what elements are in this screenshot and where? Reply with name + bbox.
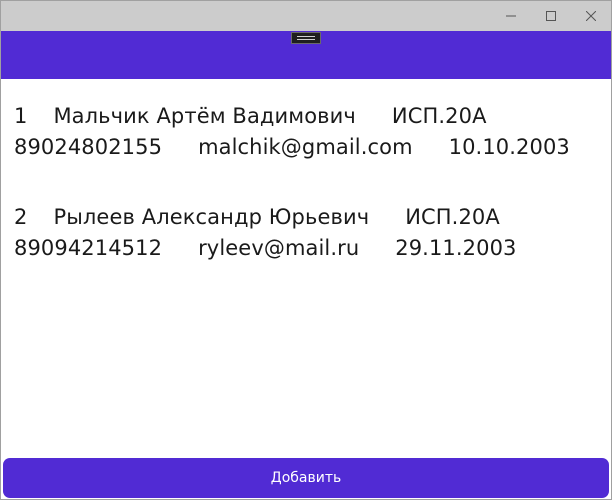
list-item[interactable]: 2 Рылеев Александр Юрьевич ИСП.20А 89094… (14, 201, 604, 263)
add-button[interactable]: Добавить (3, 458, 609, 498)
student-email: malchik@gmail.com (198, 134, 413, 159)
close-icon (586, 11, 596, 21)
student-name: Мальчик Артём Вадимович (53, 103, 356, 128)
minimize-icon (506, 15, 516, 17)
title-bar[interactable] (1, 1, 611, 31)
students-list: 1 Мальчик Артём Вадимович ИСП.20А 890248… (1, 79, 611, 455)
student-name: Рылеев Александр Юрьевич (53, 204, 370, 229)
student-birth-date: 29.11.2003 (395, 235, 517, 260)
student-birth-date: 10.10.2003 (448, 134, 570, 159)
student-group: ИСП.20А (391, 103, 487, 128)
student-primary-line: 1 Мальчик Артём Вадимович ИСП.20А (14, 100, 604, 131)
minimize-button[interactable] (491, 1, 531, 31)
list-item[interactable]: 1 Мальчик Артём Вадимович ИСП.20А 890248… (14, 100, 604, 162)
student-primary-line: 2 Рылеев Александр Юрьевич ИСП.20А (14, 201, 604, 232)
student-secondary-line: 89024802155 malchik@gmail.com 10.10.2003 (14, 131, 604, 162)
student-phone: 89094214512 (14, 235, 163, 260)
student-secondary-line: 89094214512 ryleev@mail.ru 29.11.2003 (14, 232, 604, 263)
student-email: ryleev@mail.ru (198, 235, 360, 260)
student-number: 1 (14, 103, 28, 128)
debug-toolbar-handle[interactable] (291, 32, 321, 44)
window-controls (491, 1, 611, 31)
close-button[interactable] (571, 1, 611, 31)
student-group: ИСП.20А (405, 204, 500, 229)
app-window: 1 Мальчик Артём Вадимович ИСП.20А 890248… (0, 0, 612, 500)
student-number: 2 (14, 204, 28, 229)
maximize-button[interactable] (531, 1, 571, 31)
maximize-icon (546, 11, 556, 21)
student-phone: 89024802155 (14, 134, 163, 159)
app-header (1, 31, 611, 79)
